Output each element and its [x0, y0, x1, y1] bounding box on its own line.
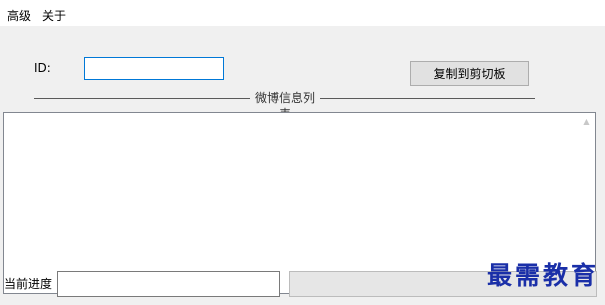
scroll-up-icon[interactable]: ▲	[578, 113, 595, 130]
group-divider-left	[34, 98, 250, 99]
id-label: ID:	[34, 61, 51, 75]
menu-item-about[interactable]: 关于	[42, 8, 66, 24]
menu-item-advanced[interactable]: 高级	[7, 8, 31, 24]
id-input[interactable]	[84, 57, 224, 80]
group-divider-right	[320, 98, 535, 99]
copy-to-clipboard-button[interactable]: 复制到剪切板	[410, 61, 529, 86]
progress-label: 当前进度	[4, 277, 53, 291]
watermark-logo: 最需教育	[486, 261, 599, 290]
menu-bar: 高级 关于	[0, 0, 605, 26]
progress-text-field[interactable]	[57, 271, 280, 297]
